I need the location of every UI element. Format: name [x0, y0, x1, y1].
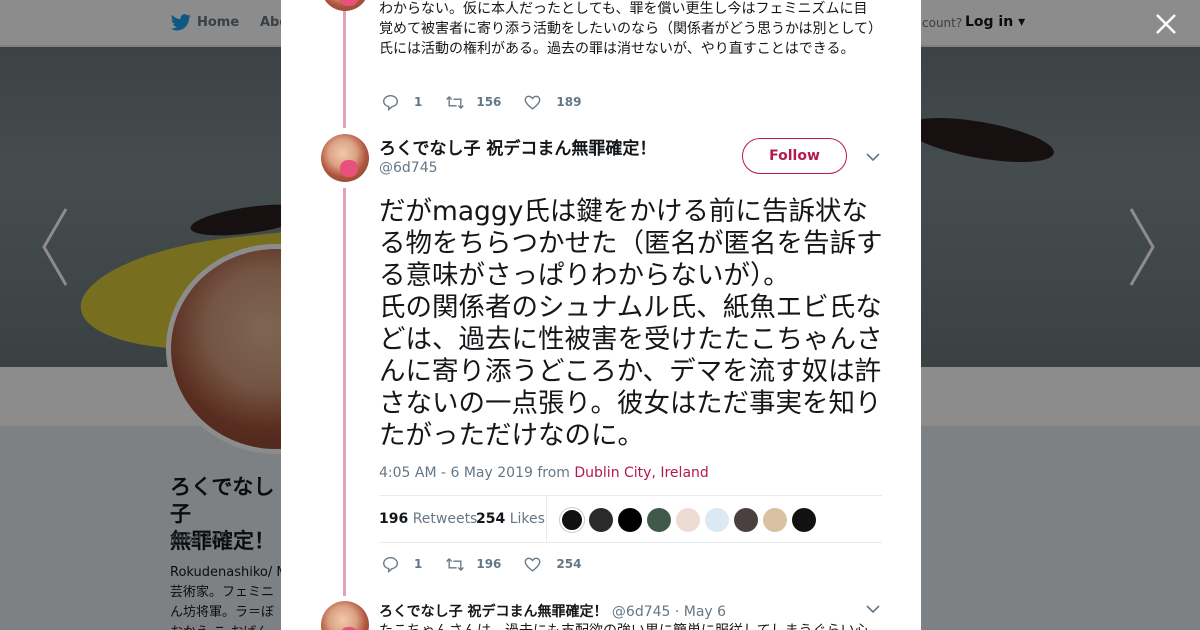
reply-tweet-header: ろくでなし子 祝デコまん無罪確定！ @6d745 · May 6	[379, 601, 726, 621]
reply-tweet-text: たこちゃんさんは、過去にも支配欲の強い男に簡単に服従してしまうぐらい心	[379, 620, 879, 630]
liker-avatar[interactable]	[792, 508, 816, 532]
chevron-down-icon[interactable]	[866, 152, 880, 162]
retweet-count: 156	[476, 95, 502, 109]
heart-icon	[525, 95, 541, 110]
like-stat-label: Likes	[509, 511, 545, 527]
tweet-location-link[interactable]: Dublin City, Ireland	[574, 465, 708, 481]
liker-avatar[interactable]	[676, 508, 700, 532]
reply-icon	[383, 556, 398, 573]
liker-avatar[interactable]	[589, 508, 613, 532]
heart-icon	[525, 557, 541, 572]
reply-icon	[383, 94, 398, 111]
like-count: 189	[556, 95, 582, 109]
main-tweet-handle[interactable]: @6d745	[379, 160, 438, 176]
liker-avatar[interactable]	[705, 508, 729, 532]
prev-tweet-actions: 1 156 189	[382, 93, 604, 111]
main-tweet-actions: 1 196 254	[382, 555, 604, 573]
main-tweet-avatar[interactable]	[321, 134, 369, 182]
reply-button[interactable]: 1	[382, 94, 422, 111]
thread-line-bottom	[343, 188, 346, 596]
reply-count: 1	[414, 95, 423, 109]
prev-tweet-text: わからない。仮に本人だったとしても、罪を償い更生し今はフェミニズムに目覚めて被害…	[379, 1, 876, 57]
reply-count: 1	[414, 557, 423, 571]
close-icon[interactable]	[1154, 12, 1178, 36]
tweet-stats: 196 Retweets 254 Likes	[379, 495, 882, 543]
main-tweet-display-name[interactable]: ろくでなし子 祝デコまん無罪確定！	[379, 134, 656, 159]
like-count: 254	[556, 557, 582, 571]
liker-avatar[interactable]	[560, 508, 584, 532]
like-stat-count: 254	[476, 511, 506, 527]
reply-button[interactable]: 1	[382, 556, 422, 573]
chevron-down-icon[interactable]	[866, 604, 880, 614]
like-button[interactable]: 254	[524, 556, 581, 573]
thread-line-top	[343, 10, 346, 128]
reply-tweet-display-name[interactable]: ろくでなし子 祝デコまん無罪確定！	[379, 604, 607, 620]
main-tweet-text: だがmaggy氏は鍵をかける前に告訴状なる物をちらつかせた（匿名が匿名を告訴する…	[379, 196, 883, 451]
retweet-icon	[446, 95, 465, 109]
retweet-count: 196	[476, 557, 502, 571]
reply-tweet-handle-date[interactable]: @6d745 · May 6	[612, 604, 726, 620]
tweet-timestamp[interactable]: 4:05 AM - 6 May 2019 from	[379, 465, 570, 481]
stats-divider	[546, 496, 547, 542]
retweet-button[interactable]: 196	[445, 556, 501, 573]
liker-avatar[interactable]	[647, 508, 671, 532]
retweet-stat-label: Retweets	[412, 511, 478, 527]
retweet-icon	[446, 557, 465, 571]
liker-avatar[interactable]	[618, 508, 642, 532]
retweet-button[interactable]: 156	[445, 94, 501, 111]
retweet-stat-count: 196	[379, 511, 409, 527]
follow-button[interactable]: Follow	[742, 138, 847, 174]
liker-avatar[interactable]	[734, 508, 758, 532]
liker-avatar[interactable]	[763, 508, 787, 532]
tweet-metadata: 4:05 AM - 6 May 2019 from Dublin City, I…	[379, 465, 709, 481]
retweet-stat[interactable]: 196 Retweets	[379, 511, 477, 527]
like-button[interactable]: 189	[524, 94, 581, 111]
like-stat[interactable]: 254 Likes	[476, 511, 545, 527]
